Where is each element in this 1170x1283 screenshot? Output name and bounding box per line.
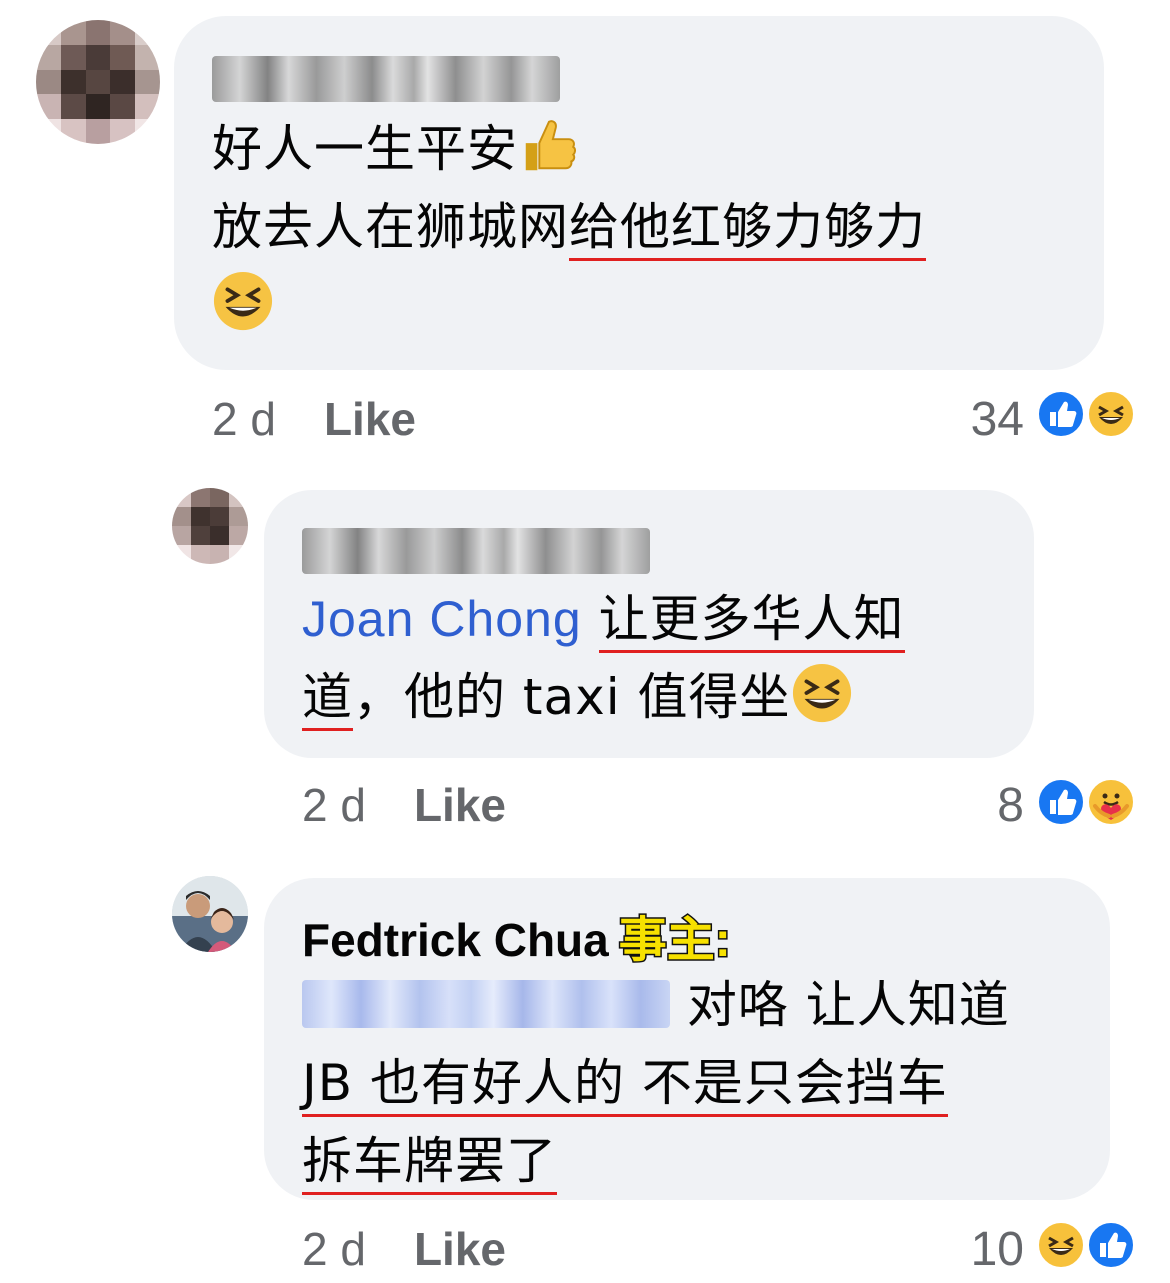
comment-text: 对咯 让人知道 JB 也有好人的 不是只会挡车 拆车牌罢了 <box>302 966 1010 1200</box>
laughing-emoji-icon <box>213 271 273 331</box>
comment-line: 对咯 让人知道 <box>686 976 1010 1034</box>
comment-meta: 2 d Like <box>302 778 506 832</box>
timestamp[interactable]: 2 d <box>302 779 366 831</box>
comment-line: 好人一生平安 <box>212 120 518 178</box>
like-button[interactable]: Like <box>414 1223 506 1275</box>
laughing-emoji-icon <box>792 663 851 723</box>
underlined-phrase: 拆车牌罢了 <box>302 1132 557 1195</box>
comment-meta: 2 d Like <box>302 1222 506 1276</box>
like-button[interactable]: Like <box>324 393 416 445</box>
avatar-blurred[interactable] <box>36 20 160 144</box>
underlined-phrase: 让更多华人知 <box>598 590 905 653</box>
annotation-tag: 事主: <box>617 913 732 969</box>
timestamp[interactable]: 2 d <box>302 1223 366 1275</box>
like-icon <box>1036 389 1086 439</box>
comment-text: 好人一生平安 放去人在狮城网给他红够力够力 <box>212 110 926 344</box>
mention-link[interactable]: Joan Chong <box>302 591 582 647</box>
avatar-blurred[interactable] <box>172 488 248 564</box>
underlined-phrase: JB 也有好人的 不是只会挡车 <box>302 1054 948 1117</box>
author-name[interactable]: Fedtrick Chua 事主: <box>302 900 732 970</box>
author-name-blurred[interactable] <box>212 56 560 102</box>
comment-meta: 2 d Like <box>212 392 416 446</box>
haha-icon <box>1086 389 1136 439</box>
like-icon <box>1086 1220 1136 1270</box>
like-icon <box>1036 777 1086 827</box>
comment-line: ，他的 taxi 值得坐 <box>353 668 791 726</box>
care-icon <box>1086 777 1136 827</box>
timestamp[interactable]: 2 d <box>212 393 276 445</box>
underlined-phrase: 给他红够力够力 <box>569 198 926 261</box>
comment-text: Joan Chong 让更多华人知 道，他的 taxi 值得坐 <box>302 580 905 736</box>
author-name-blurred[interactable] <box>302 528 650 574</box>
thumbs-up-emoji-icon <box>525 120 577 171</box>
mention-blurred[interactable] <box>302 980 670 1028</box>
avatar[interactable] <box>172 876 248 952</box>
reaction-count[interactable]: 8 <box>960 778 1024 833</box>
like-button[interactable]: Like <box>414 779 506 831</box>
comment-line: 放去人在狮城网 <box>212 198 569 256</box>
author-name-text[interactable]: Fedtrick Chua <box>302 914 609 966</box>
reaction-count[interactable]: 10 <box>940 1222 1024 1277</box>
haha-icon <box>1036 1220 1086 1270</box>
underlined-phrase: 道 <box>302 668 353 731</box>
reaction-count[interactable]: 34 <box>940 392 1024 447</box>
